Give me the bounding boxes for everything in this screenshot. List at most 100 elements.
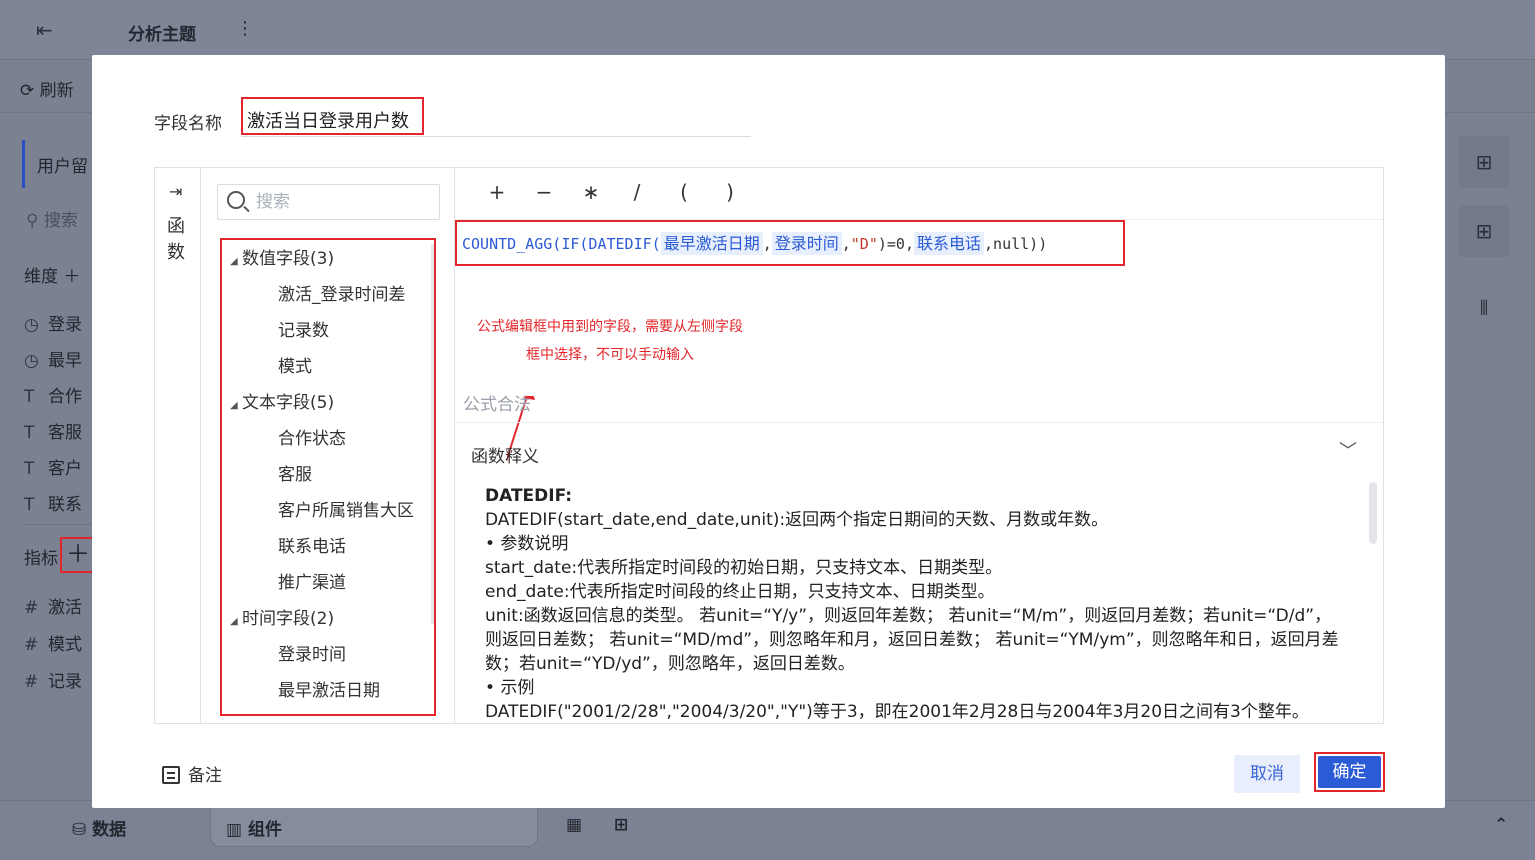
- formula-text: ,null)): [984, 235, 1048, 253]
- tree-scrollbar[interactable]: [431, 244, 434, 624]
- text-type-icon: T: [24, 495, 35, 515]
- field-name-input[interactable]: 激活当日登录用户数: [241, 97, 424, 135]
- close-paren-button[interactable]: ): [720, 180, 740, 204]
- minus-operator-button[interactable]: −: [534, 180, 554, 204]
- explain-scrollbar[interactable]: [1369, 482, 1377, 544]
- text-type-icon: T: [24, 387, 35, 407]
- collapse-triangle-icon: ◢: [230, 400, 238, 411]
- add-chart-icon[interactable]: ▦: [566, 815, 582, 835]
- more-icon[interactable]: ⋮: [236, 18, 254, 39]
- field-item[interactable]: 客户所属销售大区: [278, 496, 414, 521]
- expand-functions-icon[interactable]: ⇥: [169, 182, 182, 201]
- function-explain-body: DATEDIF: DATEDIF(start_date,end_date,uni…: [485, 484, 1345, 720]
- refresh-button[interactable]: ⟳ 刷新: [20, 76, 74, 101]
- clock-icon: ◷: [24, 351, 39, 371]
- calculated-field-dialog: 字段名称 激活当日登录用户数 ⇥ 函数 ◢数值字段(3) 激活_登录时间差 记录…: [92, 55, 1445, 808]
- dimension-item[interactable]: T 客服: [24, 418, 82, 443]
- metric-item[interactable]: # 激活: [24, 593, 82, 618]
- data-tab[interactable]: ⛁ 数据: [72, 815, 126, 840]
- group-text[interactable]: ◢ 文本字段(5): [230, 388, 334, 413]
- field-item[interactable]: 客服: [278, 460, 312, 485]
- ok-button-outline: 确定: [1314, 752, 1385, 792]
- number-type-icon: #: [24, 635, 39, 655]
- function-rail[interactable]: ⇥ 函数: [155, 168, 201, 723]
- field-item[interactable]: 登录时间: [278, 640, 346, 665]
- top-bar: ⇤ 分析主题 ⋮: [0, 0, 1535, 60]
- add-metric-button[interactable]: ＋: [60, 537, 96, 573]
- explain-line: start_date:代表所指定时间段的初始日期，只支持文本、日期类型。: [485, 558, 1003, 578]
- explain-line: DATEDIF(start_date,end_date,unit):返回两个指定…: [485, 510, 1109, 530]
- add-table-icon[interactable]: ⊞: [614, 815, 628, 835]
- explain-line: • 示例: [485, 678, 535, 698]
- barcode-icon[interactable]: ⦀: [1458, 282, 1510, 334]
- component-tab-label[interactable]: ▥ 组件: [226, 815, 282, 840]
- dimension-item[interactable]: T 合作: [24, 382, 82, 407]
- annotation-note: 公式编辑框中用到的字段，需要从左侧字段框中选择，不可以手动输入: [477, 319, 743, 363]
- ok-button[interactable]: 确定: [1318, 756, 1381, 788]
- dimension-item[interactable]: T 联系: [24, 490, 82, 515]
- explain-line: DATEDIF("2001/2/28","2004/3/20","Y")等于3，…: [485, 702, 1309, 720]
- metric-item[interactable]: # 模式: [24, 630, 82, 655]
- formula-valid-status: 公式合法: [463, 395, 531, 415]
- chevron-down-icon[interactable]: ﹀: [1339, 437, 1357, 463]
- search-icon: ⚲: [26, 211, 44, 231]
- divider: [24, 524, 92, 525]
- group-time[interactable]: ◢ 时间字段(2): [230, 604, 334, 629]
- calc-number-icon: #: [24, 672, 39, 692]
- dimension-item[interactable]: ◷ 最早: [24, 346, 82, 371]
- formula-text: COUNTD_AGG(IF(DATEDIF(: [462, 235, 661, 253]
- dataset-search[interactable]: ⚲ 搜索: [26, 206, 78, 231]
- text-type-icon: T: [24, 459, 35, 479]
- explain-line: unit:函数返回信息的类型。 若unit=“Y/y”，则返回年差数； 若uni…: [485, 606, 1339, 674]
- add-dimension-icon[interactable]: ＋: [63, 267, 80, 287]
- formula-input[interactable]: COUNTD_AGG(IF(DATEDIF(最早激活日期, 登录时间 ,"D")=0…: [455, 220, 1125, 266]
- back-icon[interactable]: ⇤: [36, 18, 53, 42]
- explain-heading: DATEDIF:: [485, 486, 573, 506]
- text-type-icon: T: [24, 423, 35, 443]
- explain-line: • 参数说明: [485, 534, 569, 554]
- field-item[interactable]: 激活_登录时间差: [278, 280, 406, 305]
- group-numeric[interactable]: ◢ 数值字段(3): [230, 244, 334, 269]
- field-search-input[interactable]: [256, 189, 426, 215]
- field-item[interactable]: 最早激活日期: [278, 676, 380, 701]
- divide-operator-button[interactable]: /: [627, 180, 647, 204]
- dataset-tab[interactable]: 用户留: [22, 140, 92, 188]
- search-icon: [227, 191, 245, 209]
- panel-icon-button[interactable]: ⊞: [1458, 205, 1510, 257]
- note-icon: [162, 766, 180, 784]
- field-item[interactable]: 联系电话: [278, 532, 346, 557]
- panel-icon-button[interactable]: ⊞: [1458, 136, 1510, 188]
- collapse-triangle-icon: ◢: [230, 256, 238, 267]
- collapse-icon[interactable]: ⌃: [1494, 815, 1508, 835]
- operator-bar: + − ∗ / ( ): [455, 168, 1383, 220]
- field-name-field[interactable]: 激活当日登录用户数: [241, 97, 751, 137]
- note-button[interactable]: 备注: [162, 761, 222, 786]
- open-paren-button[interactable]: (: [674, 180, 694, 204]
- field-panel: ◢数值字段(3) 激活_登录时间差 记录数 模式 ◢文本字段(5) 合作状态 客…: [201, 168, 455, 723]
- function-rail-label: 函数: [167, 216, 185, 263]
- field-search[interactable]: [217, 184, 440, 220]
- dimension-item[interactable]: ◷ 登录: [24, 310, 82, 335]
- field-item[interactable]: 记录数: [278, 316, 329, 341]
- clock-icon: ◷: [24, 315, 39, 335]
- multiply-operator-button[interactable]: ∗: [581, 180, 601, 204]
- note-label: 备注: [188, 766, 222, 786]
- refresh-label: 刷新: [39, 81, 74, 101]
- chart-icon: ▥: [226, 820, 248, 840]
- plus-operator-button[interactable]: +: [487, 180, 507, 204]
- formula-field-chip[interactable]: 联系电话: [914, 232, 985, 255]
- field-item[interactable]: 模式: [278, 352, 312, 377]
- field-item[interactable]: 推广渠道: [278, 568, 346, 593]
- function-explain-header[interactable]: 函数释义 ﹀: [455, 422, 1383, 478]
- dimension-item[interactable]: T 客户: [24, 454, 82, 479]
- formula-field-chip[interactable]: 最早激活日期: [660, 232, 763, 255]
- dimension-label: 维度 ＋: [24, 267, 81, 287]
- explain-line: end_date:代表所指定时间段的终止日期，只支持文本、日期类型。: [485, 582, 995, 602]
- collapse-triangle-icon: ◢: [230, 616, 238, 627]
- field-item[interactable]: 合作状态: [278, 424, 346, 449]
- metric-item[interactable]: # 记录: [24, 667, 82, 692]
- cancel-button[interactable]: 取消: [1234, 755, 1300, 793]
- formula-string: "D": [850, 235, 878, 253]
- formula-field-chip[interactable]: 登录时间: [771, 232, 842, 255]
- function-explain-title: 函数释义: [471, 447, 539, 467]
